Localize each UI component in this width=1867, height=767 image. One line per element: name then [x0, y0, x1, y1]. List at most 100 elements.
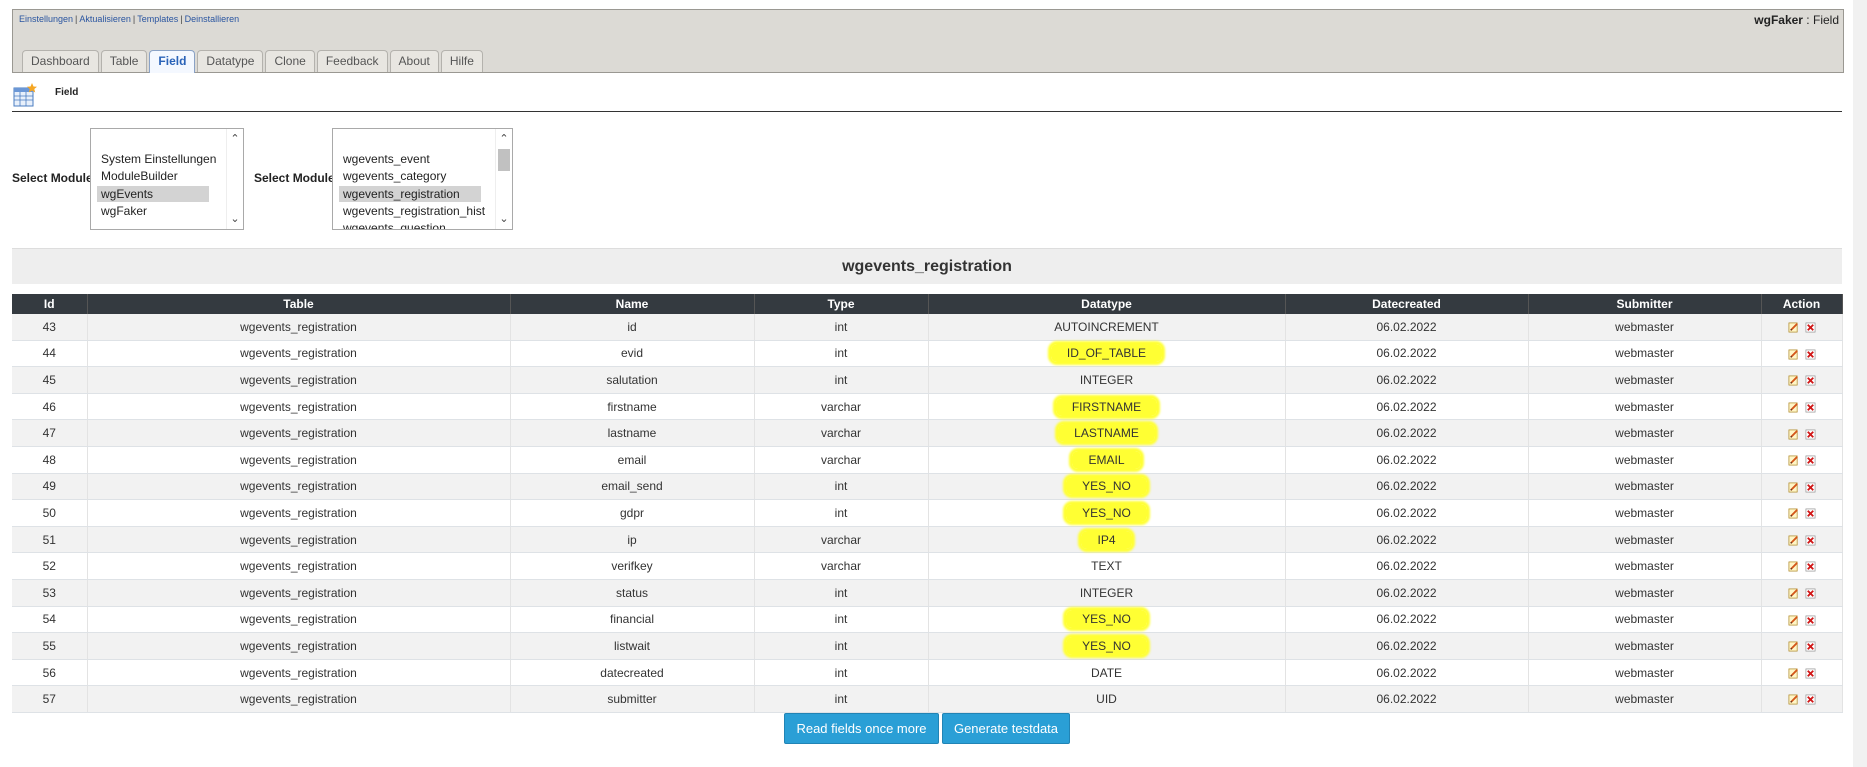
delete-icon[interactable]: [1805, 561, 1816, 572]
module-option[interactable]: wgFaker: [97, 203, 151, 219]
cell-datecreated: 06.02.2022: [1285, 552, 1529, 580]
table-select-scrollbar[interactable]: ⌃ ⌄: [495, 129, 512, 229]
delete-icon[interactable]: [1805, 322, 1816, 333]
highlighted-datatype: YES_NO: [1066, 503, 1147, 522]
chevron-down-icon[interactable]: ⌄: [229, 213, 241, 225]
link-aktualisieren[interactable]: Aktualisieren: [79, 14, 131, 24]
col-header-submitter: Submitter: [1528, 294, 1762, 314]
edit-icon[interactable]: [1788, 508, 1799, 519]
module-option[interactable]: ModuleBuilder: [97, 168, 182, 184]
module-option-selected[interactable]: wgEvents: [97, 186, 209, 202]
cell-name: status: [510, 579, 755, 607]
cell-table: wgevents_registration: [87, 579, 511, 607]
edit-icon[interactable]: [1788, 322, 1799, 333]
edit-icon[interactable]: [1788, 482, 1799, 493]
cell-type: varchar: [754, 552, 929, 580]
edit-icon[interactable]: [1788, 349, 1799, 360]
table-option[interactable]: wgevents_registration_hist: [339, 203, 489, 219]
cell-datatype: YES_NO: [928, 606, 1286, 634]
tab-feedback[interactable]: Feedback: [316, 50, 388, 72]
table-option[interactable]: wgevents_event: [339, 151, 434, 167]
page-scrollbar[interactable]: [1853, 0, 1867, 767]
fields-table: Id Table Name Type Datatype Datecreated …: [12, 294, 1843, 713]
chevron-down-icon[interactable]: ⌄: [498, 213, 510, 225]
delete-icon[interactable]: [1805, 455, 1816, 466]
cell-submitter: webmaster: [1528, 552, 1762, 580]
delete-icon[interactable]: [1805, 375, 1816, 386]
delete-icon[interactable]: [1805, 615, 1816, 626]
table-option[interactable]: wgevents_question: [339, 220, 450, 229]
delete-icon[interactable]: [1805, 482, 1816, 493]
cell-datecreated: 06.02.2022: [1285, 579, 1529, 607]
cell-table: wgevents_registration: [87, 632, 511, 660]
tab-table[interactable]: Table: [100, 50, 148, 72]
delete-icon[interactable]: [1805, 349, 1816, 360]
delete-icon[interactable]: [1805, 402, 1816, 413]
table-row: 45 wgevents_registration salutation int INTE…: [12, 366, 1843, 394]
link-deinstallieren[interactable]: Deinstallieren: [185, 14, 240, 24]
cell-name: lastname: [510, 419, 755, 447]
tab-field[interactable]: Field: [149, 50, 196, 73]
edit-icon[interactable]: [1788, 641, 1799, 652]
table-option-selected[interactable]: wgevents_registration: [339, 186, 481, 202]
edit-icon[interactable]: [1788, 429, 1799, 440]
cell-action: [1761, 499, 1843, 527]
delete-icon[interactable]: [1805, 429, 1816, 440]
edit-icon[interactable]: [1788, 561, 1799, 572]
delete-icon[interactable]: [1805, 588, 1816, 599]
table-option[interactable]: wgevents_category: [339, 168, 450, 184]
read-fields-button[interactable]: Read fields once more: [784, 713, 939, 744]
col-header-type: Type: [754, 294, 929, 314]
scrollbar-thumb[interactable]: [498, 149, 510, 171]
edit-icon[interactable]: [1788, 615, 1799, 626]
link-templates[interactable]: Templates: [137, 14, 178, 24]
edit-icon[interactable]: [1788, 535, 1799, 546]
module-select[interactable]: System Einstellungen ModuleBuilder wgEve…: [90, 128, 244, 230]
cell-id: 49: [12, 473, 88, 501]
cell-action: [1761, 659, 1843, 687]
admin-links: Einstellungen | Aktualisieren | Templates | De…: [19, 14, 240, 24]
edit-icon[interactable]: [1788, 375, 1799, 386]
cell-datatype: INTEGER: [928, 366, 1286, 394]
cell-datecreated: 06.02.2022: [1285, 473, 1529, 501]
edit-icon[interactable]: [1788, 588, 1799, 599]
cell-action: [1761, 606, 1843, 634]
cell-submitter: webmaster: [1528, 366, 1762, 394]
edit-icon[interactable]: [1788, 455, 1799, 466]
generate-testdata-button[interactable]: Generate testdata: [942, 713, 1070, 744]
delete-icon[interactable]: [1805, 535, 1816, 546]
tab-dashboard[interactable]: Dashboard: [22, 50, 99, 72]
cell-datatype: TEXT: [928, 552, 1286, 580]
cell-table: wgevents_registration: [87, 340, 511, 368]
chevron-up-icon[interactable]: ⌃: [229, 133, 241, 145]
cell-id: 53: [12, 579, 88, 607]
cell-type: varchar: [754, 526, 929, 554]
tab-datatype[interactable]: Datatype: [197, 50, 264, 72]
page-heading: Field: [55, 87, 79, 98]
edit-icon[interactable]: [1788, 668, 1799, 679]
delete-icon[interactable]: [1805, 508, 1816, 519]
module-option[interactable]: System Einstellungen: [97, 151, 220, 167]
cell-name: evid: [510, 340, 755, 368]
cell-type: int: [754, 340, 929, 368]
delete-icon[interactable]: [1805, 641, 1816, 652]
table-caption: wgevents_registration: [12, 248, 1842, 284]
edit-icon[interactable]: [1788, 402, 1799, 413]
cell-datatype: INTEGER: [928, 579, 1286, 607]
cell-datatype: IP4: [928, 526, 1286, 554]
tab-clone[interactable]: Clone: [265, 50, 315, 72]
table-row: 48 wgevents_registration email varchar EMAIL…: [12, 446, 1843, 474]
edit-icon[interactable]: [1788, 694, 1799, 705]
cell-action: [1761, 632, 1843, 660]
delete-icon[interactable]: [1805, 668, 1816, 679]
datatype-value: INTEGER: [1079, 585, 1134, 600]
chevron-up-icon[interactable]: ⌃: [498, 133, 510, 145]
tab-hilfe[interactable]: Hilfe: [440, 50, 483, 72]
cell-name: salutation: [510, 366, 755, 394]
cell-name: email: [510, 446, 755, 474]
module-select-scrollbar[interactable]: ⌃ ⌄: [226, 129, 243, 229]
tab-about[interactable]: About: [389, 50, 439, 72]
table-select[interactable]: wgevents_event wgevents_category wgevent…: [332, 128, 513, 230]
delete-icon[interactable]: [1805, 694, 1816, 705]
link-einstellungen[interactable]: Einstellungen: [19, 14, 73, 24]
